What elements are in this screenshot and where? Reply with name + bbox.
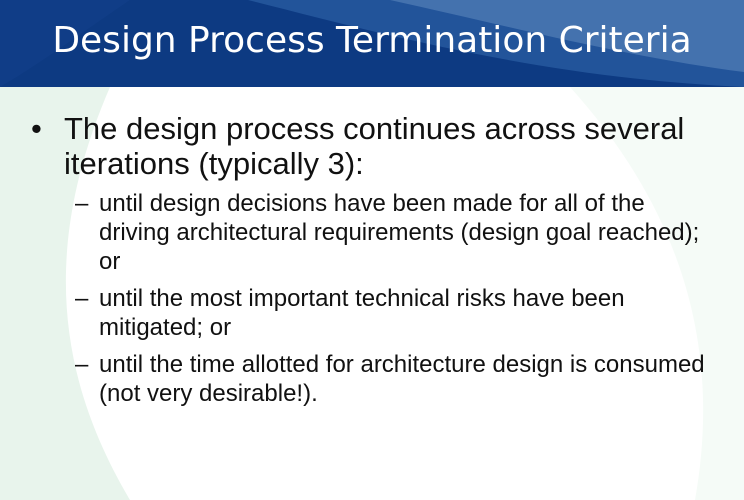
sub-bullet-marker: – xyxy=(75,351,89,378)
sub-bullet-item-time: – until the time allotted for architectu… xyxy=(75,350,721,408)
sub-bullet-text: until the most important technical risks… xyxy=(99,285,625,341)
slide-content: • The design process continues across se… xyxy=(26,111,721,416)
main-bullet-text: The design process continues across seve… xyxy=(64,111,685,181)
sub-bullet-text: until design decisions have been made fo… xyxy=(99,190,700,275)
sub-bullet-text: until the time allotted for architecture… xyxy=(99,351,705,407)
slide-canvas: Design Process Termination Criteria • Th… xyxy=(0,0,744,500)
sub-bullet-item-goal: – until design decisions have been made … xyxy=(75,189,721,276)
main-bullet: • The design process continues across se… xyxy=(26,111,721,181)
header-bar: Design Process Termination Criteria xyxy=(0,0,744,87)
sub-bullet-marker: – xyxy=(75,285,89,312)
sub-bullet-list: – until design decisions have been made … xyxy=(75,189,721,408)
bullet-marker: • xyxy=(31,111,42,146)
sub-bullet-marker: – xyxy=(75,190,89,217)
slide-title: Design Process Termination Criteria xyxy=(52,20,692,61)
sub-bullet-item-risks: – until the most important technical ris… xyxy=(75,284,721,342)
